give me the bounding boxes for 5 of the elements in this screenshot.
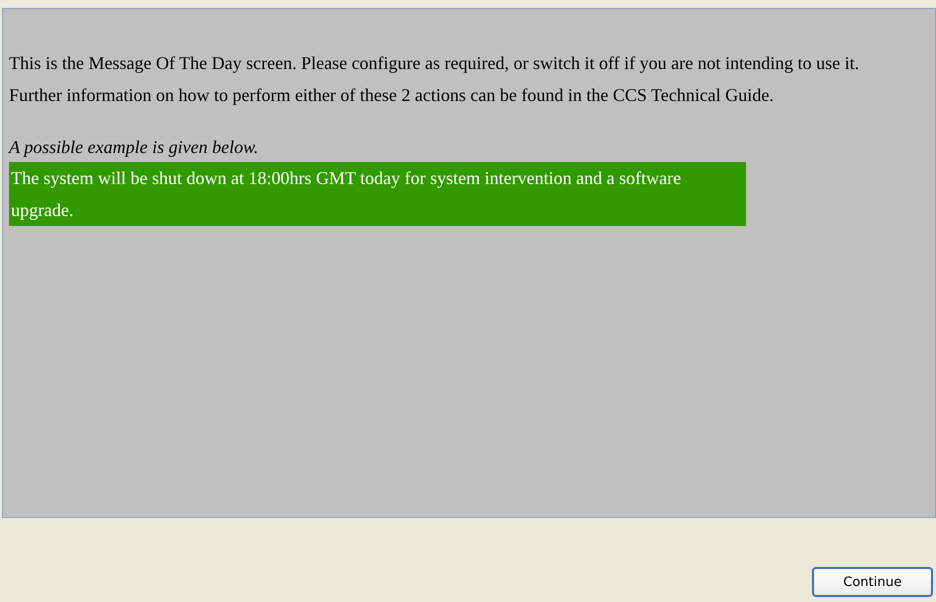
intro-paragraph: Further information on how to perform either of these 2 actions can be found in the CCS Technical Guide.: [9, 84, 775, 107]
example-caption: A possible example is given below.: [9, 136, 260, 159]
intro-paragraph: This is the Message Of The Day screen. Please configure as required, or switch it off if you are not intending to use it.: [9, 52, 860, 75]
continue-button[interactable]: Continue: [812, 567, 933, 597]
example-message: The system will be shut down at 18:00hrs GMT today for system intervention and a software upgrade.: [9, 162, 746, 226]
